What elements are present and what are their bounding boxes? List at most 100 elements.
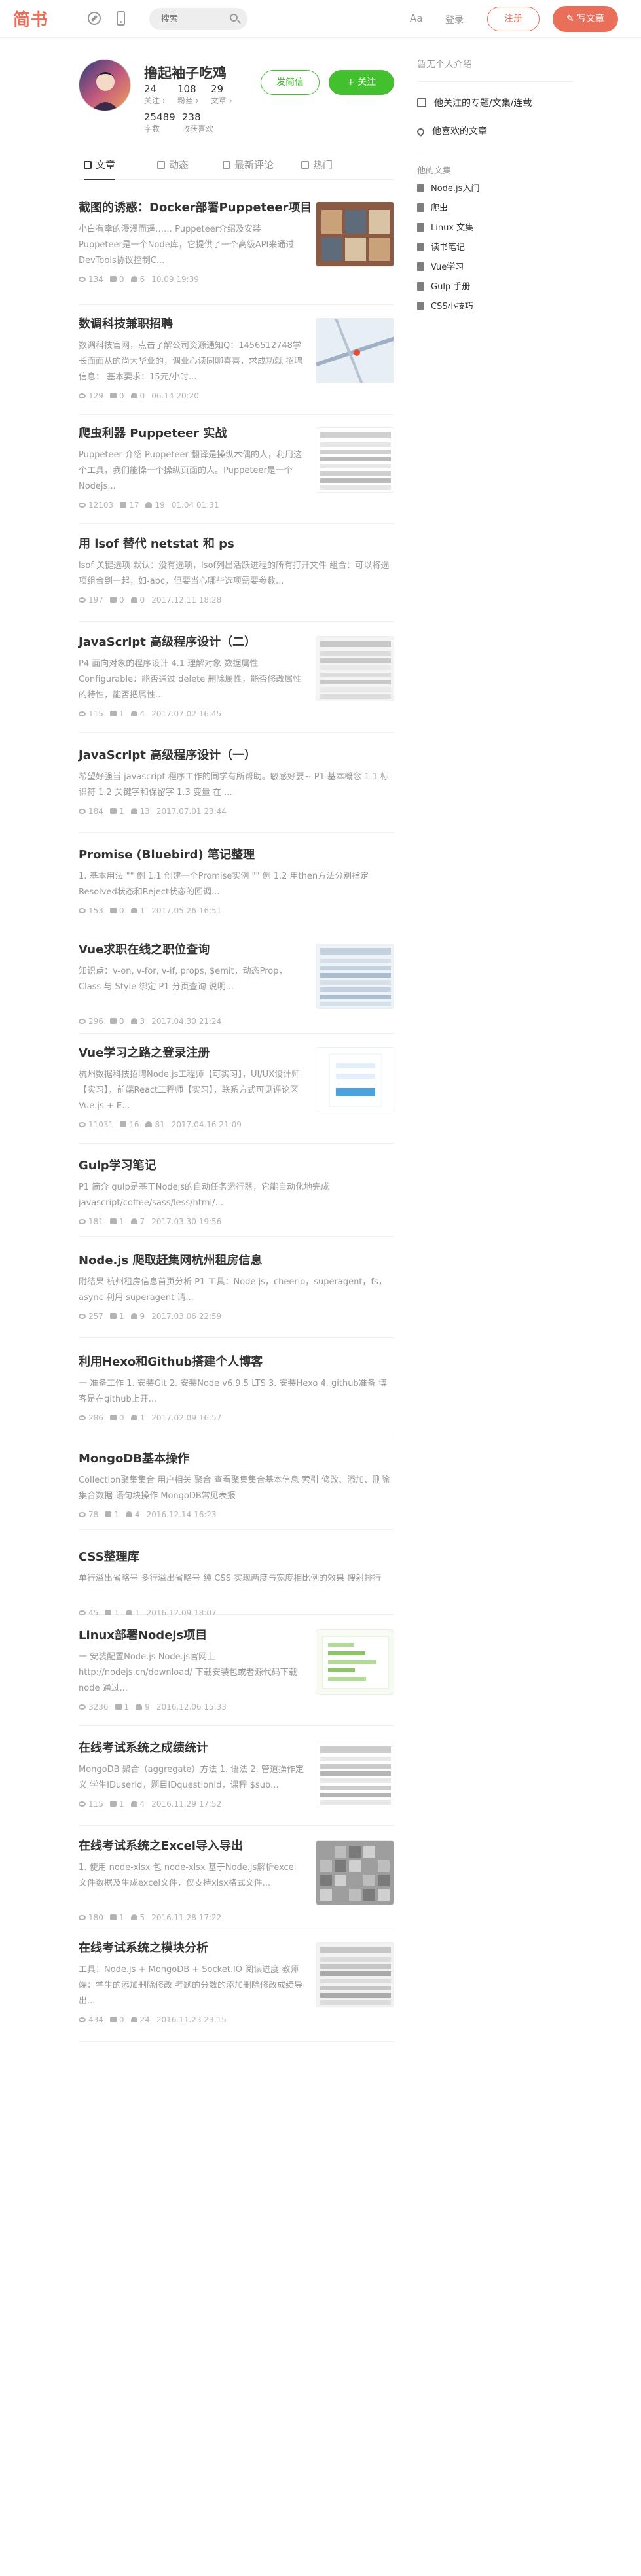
search-icon[interactable] <box>230 14 238 22</box>
article-title[interactable]: MongoDB基本操作 <box>79 1451 189 1467</box>
comments-count[interactable]: 0 <box>109 391 124 400</box>
article-title[interactable]: 利用Hexo和Github搭建个人博客 <box>79 1354 263 1370</box>
comments-count[interactable]: 0 <box>109 906 124 915</box>
comments-count[interactable]: 1 <box>109 807 124 816</box>
article-title[interactable]: CSS整理库 <box>79 1549 139 1565</box>
article-item[interactable]: Vue学习之路之登录注册 杭州数据科技招聘Node.js工程师【可实习】，UI/U… <box>79 1046 394 1144</box>
comments-count[interactable]: 0 <box>109 595 124 605</box>
article-thumbnail[interactable] <box>316 1629 394 1695</box>
comments-count[interactable]: 17 <box>120 501 139 510</box>
article-title[interactable]: 爬虫利器 Puppeteer 实战 <box>79 426 227 442</box>
article-item[interactable]: 数调科技兼职招聘 数调科技官网，点击了解公司资源通知Q：1456512748学长面… <box>79 317 394 415</box>
views-count[interactable]: 434 <box>79 2015 103 2024</box>
stat-articles[interactable]: 29 文章 › <box>211 83 232 106</box>
article-title[interactable]: Promise (Bluebird) 笔记整理 <box>79 847 255 863</box>
sidebar-link-liked[interactable]: 他喜欢的文章 <box>415 125 487 138</box>
write-article-button[interactable]: ✎ 写文章 <box>553 6 618 32</box>
views-count[interactable]: 296 <box>79 1017 103 1026</box>
send-message-button[interactable]: 发简信 <box>261 70 320 95</box>
article-title[interactable]: Vue求职在线之职位查询 <box>79 942 210 958</box>
comments-count[interactable]: 1 <box>109 1312 124 1321</box>
article-item[interactable]: JavaScript 高级程序设计（二） P4 面向对象的程序设计 4.1 理解对… <box>79 635 394 733</box>
article-thumbnail[interactable] <box>316 1840 394 1905</box>
tab-latest-comments[interactable]: 最新评论 <box>223 154 274 180</box>
article-title[interactable]: Linux部署Nodejs项目 <box>79 1628 207 1644</box>
tab-timeline[interactable]: 动态 <box>157 154 189 180</box>
article-item[interactable]: JavaScript 高级程序设计（一） 希望好强当 javascript 程序工… <box>79 748 394 833</box>
notebook-item[interactable]: CSS小技巧 <box>417 301 473 313</box>
views-count[interactable]: 115 <box>79 709 103 718</box>
comments-count[interactable]: 16 <box>120 1120 139 1129</box>
article-item[interactable]: Gulp学习笔记 P1 简介 gulp是基于Nodejs的自动任务运行器，它能自动… <box>79 1158 394 1237</box>
sidebar-link-subscriptions[interactable]: 他关注的专题/文集/连载 <box>417 97 532 110</box>
article-thumbnail[interactable] <box>316 636 394 701</box>
download-app-phone-icon[interactable] <box>117 11 125 26</box>
tab-hot[interactable]: 热门 <box>301 154 333 180</box>
login-link[interactable]: 登录 <box>445 13 464 26</box>
article-title[interactable]: 在线考试系统之模块分析 <box>79 1941 208 1956</box>
views-count[interactable]: 257 <box>79 1312 103 1321</box>
article-title[interactable]: 在线考试系统之Excel导入导出 <box>79 1839 243 1854</box>
stat-following[interactable]: 24 关注 › <box>144 83 166 106</box>
views-count[interactable]: 184 <box>79 807 103 816</box>
signup-button[interactable]: 注册 <box>487 7 540 31</box>
comments-count[interactable]: 1 <box>109 709 124 718</box>
views-count[interactable]: 78 <box>79 1510 98 1519</box>
article-item[interactable]: Node.js 爬取赶集网杭州租房信息 附结果 杭州租房信息首页分析 P1 工具：… <box>79 1253 394 1338</box>
article-title[interactable]: JavaScript 高级程序设计（一） <box>79 748 256 764</box>
views-count[interactable]: 134 <box>79 275 103 284</box>
views-count[interactable]: 115 <box>79 1799 103 1808</box>
comments-count[interactable]: 1 <box>105 1510 119 1519</box>
article-item[interactable]: 在线考试系统之Excel导入导出 1. 使用 node-xlsx 包 node-x… <box>79 1839 394 1930</box>
comments-count[interactable]: 1 <box>109 1913 124 1922</box>
views-count[interactable]: 286 <box>79 1413 103 1422</box>
article-thumbnail[interactable] <box>316 1942 394 2007</box>
article-title[interactable]: Node.js 爬取赶集网杭州租房信息 <box>79 1253 263 1269</box>
article-title[interactable]: 截图的诱惑：Docker部署Puppeteer项目 <box>79 200 312 216</box>
follow-button[interactable]: + 关注 <box>329 70 394 95</box>
article-item[interactable]: MongoDB基本操作 Collection聚集集合 用户相关 聚合 查看聚集集合… <box>79 1451 394 1530</box>
views-count[interactable]: 11031 <box>79 1120 113 1129</box>
article-thumbnail[interactable] <box>316 1047 394 1112</box>
comments-count[interactable]: 1 <box>115 1703 129 1712</box>
article-thumbnail[interactable] <box>316 427 394 493</box>
article-item[interactable]: 爬虫利器 Puppeteer 实战 Puppeteer 介绍 Puppeteer … <box>79 426 394 524</box>
article-item[interactable]: 用 lsof 替代 netstat 和 ps lsof 关键选项 默认：没有选项，… <box>79 537 394 622</box>
article-thumbnail[interactable] <box>316 1742 394 1807</box>
discover-compass-icon[interactable] <box>88 12 101 25</box>
article-title[interactable]: Gulp学习笔记 <box>79 1158 156 1174</box>
comments-count[interactable]: 0 <box>109 275 124 284</box>
article-item[interactable]: Linux部署Nodejs项目一 安装配置Node.js Node.js官网上h… <box>79 1628 394 1726</box>
comments-count[interactable]: 0 <box>109 1017 124 1026</box>
comments-count[interactable]: 0 <box>109 2015 124 2024</box>
views-count[interactable]: 45 <box>79 1608 98 1617</box>
comments-count[interactable]: 1 <box>105 1608 119 1617</box>
comments-count[interactable]: 1 <box>109 1217 124 1226</box>
views-count[interactable]: 181 <box>79 1217 103 1226</box>
article-title[interactable]: 用 lsof 替代 netstat 和 ps <box>79 537 234 552</box>
article-thumbnail[interactable] <box>316 944 394 1009</box>
notebook-item[interactable]: Gulp 手册 <box>417 281 470 293</box>
views-count[interactable]: 197 <box>79 595 103 605</box>
comments-count[interactable]: 0 <box>109 1413 124 1422</box>
notebook-item[interactable]: 读书笔记 <box>417 242 465 254</box>
article-item[interactable]: CSS整理库 单行溢出省略号 多行溢出省略号 纯 CSS 实现两度与宽度相比例的效… <box>79 1549 394 1617</box>
article-thumbnail[interactable] <box>316 202 394 267</box>
comments-count[interactable]: 1 <box>109 1799 124 1808</box>
article-title[interactable]: Vue学习之路之登录注册 <box>79 1046 210 1061</box>
article-item[interactable]: 截图的诱惑：Docker部署Puppeteer项目 小白有幸的漫漫而遥…… Pup… <box>79 200 394 305</box>
article-item[interactable]: Promise (Bluebird) 笔记整理 1. 基本用法 "" 例 1.1 … <box>79 847 394 932</box>
jianshu-logo[interactable]: 简书 <box>13 7 48 31</box>
article-title[interactable]: JavaScript 高级程序设计（二） <box>79 635 256 650</box>
article-title[interactable]: 数调科技兼职招聘 <box>79 317 173 332</box>
article-item[interactable]: 利用Hexo和Github搭建个人博客一 准备工作 1. 安装Git 2. 安装… <box>79 1354 394 1439</box>
article-item[interactable]: 在线考试系统之成绩统计 MongoDB 聚合（aggregate）方法 1. 语法… <box>79 1740 394 1826</box>
article-item[interactable]: 在线考试系统之模块分析 工具：Node.js + MongoDB + Socket… <box>79 1941 394 2042</box>
article-title[interactable]: 在线考试系统之成绩统计 <box>79 1740 208 1756</box>
views-count[interactable]: 153 <box>79 906 103 915</box>
user-avatar[interactable] <box>79 59 131 111</box>
views-count[interactable]: 3236 <box>79 1703 109 1712</box>
notebook-item[interactable]: 爬虫 <box>417 203 448 215</box>
stat-followers[interactable]: 108 粉丝 › <box>177 83 199 106</box>
font-settings-button[interactable]: Aa <box>410 12 422 24</box>
